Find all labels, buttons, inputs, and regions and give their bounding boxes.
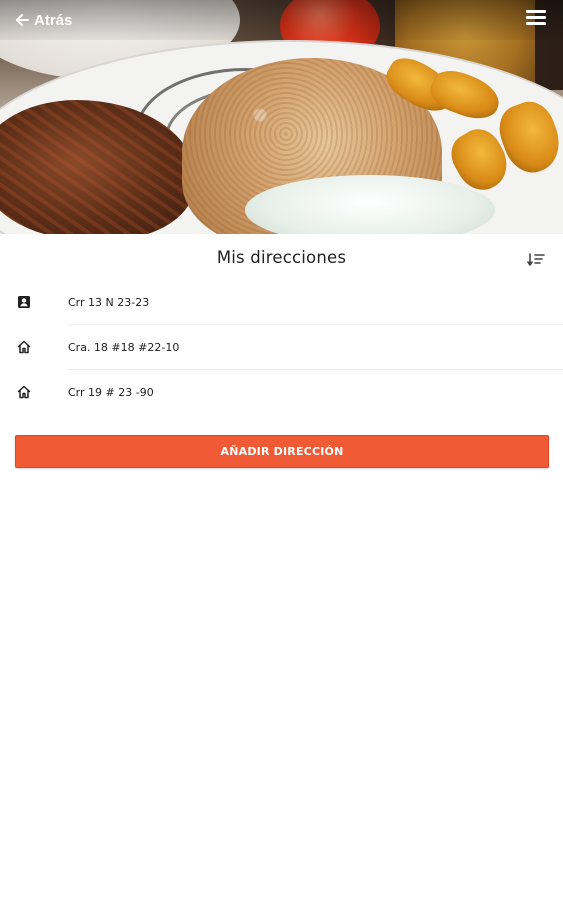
address-label: Crr 19 # 23 -90 [68,386,154,399]
page-title: Mis direcciones [216,248,347,267]
address-list: Crr 13 N 23-23 Cra. 18 #18 #22-10 Crr 19… [0,280,563,415]
address-label: Cra. 18 #18 #22-10 [68,341,180,354]
address-label: Crr 13 N 23-23 [68,296,150,309]
arrow-left-icon [16,14,29,26]
home-icon [17,340,31,354]
person-card-icon [18,296,30,308]
address-item[interactable]: Cra. 18 #18 #22-10 [0,325,563,370]
back-button[interactable]: Atrás [14,8,72,32]
top-bar-overlay [0,0,563,40]
back-label: Atrás [34,11,73,29]
add-address-button[interactable]: AÑADIR DIRECCIÓN [15,435,549,468]
hero-food-image [0,0,563,234]
hamburger-menu-icon[interactable] [526,10,546,28]
address-item[interactable]: Crr 13 N 23-23 [0,280,563,325]
sort-icon[interactable] [527,252,545,268]
address-item[interactable]: Crr 19 # 23 -90 [0,370,563,415]
home-icon [17,385,31,399]
